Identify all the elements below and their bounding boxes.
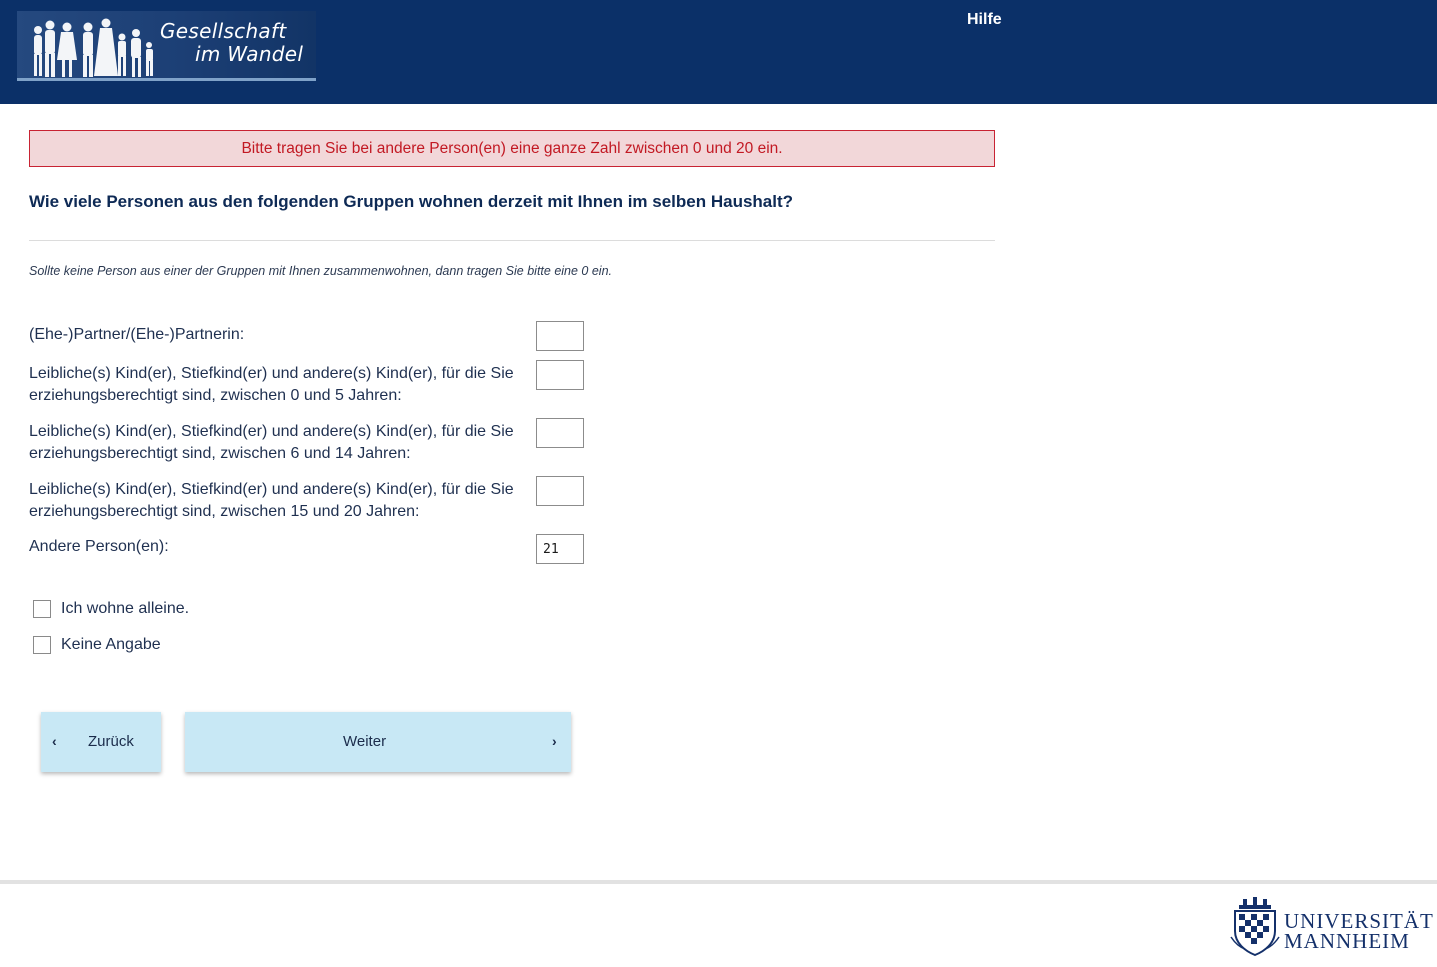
live-alone-label: Ich wohne alleine.: [61, 600, 190, 617]
other-persons-count-input[interactable]: [536, 534, 584, 564]
children-15-20-count-input[interactable]: [536, 476, 584, 506]
children-6-14-count-input[interactable]: [536, 418, 584, 448]
partner-count-input[interactable]: [536, 321, 584, 351]
question-title: Wie viele Personen aus den folgenden Gru…: [29, 192, 794, 211]
instruction-text: Sollte keine Person aus einer der Gruppe…: [29, 264, 613, 278]
row-label-children-6-14: Leibliche(s) Kind(er), Stiefkind(er) und…: [29, 423, 514, 462]
next-button[interactable]: Weiter ›: [185, 712, 571, 772]
university-name: UNIVERSITÄT MANNHEIM: [1284, 909, 1434, 953]
row-label-children-15-20: Leibliche(s) Kind(er), Stiefkind(er) und…: [29, 481, 514, 520]
footer-divider: [0, 880, 1437, 884]
header-bar: Gesellschaft im Wandel Hilfe: [0, 0, 1437, 104]
no-answer-label: Keine Angabe: [61, 636, 161, 653]
logo-line-1: Gesellschaft: [160, 19, 287, 43]
no-answer-checkbox[interactable]: [33, 636, 51, 654]
logo-text: Gesellschaft im Wandel: [160, 20, 310, 66]
university-crest-icon: [1230, 897, 1280, 957]
gesellschaft-im-wandel-logo[interactable]: Gesellschaft im Wandel: [17, 11, 316, 81]
help-link[interactable]: Hilfe: [967, 11, 1002, 29]
logo-line-2: im Wandel: [195, 42, 304, 66]
children-0-5-count-input[interactable]: [536, 360, 584, 390]
row-label-other-persons: Andere Person(en):: [29, 538, 169, 555]
university-mannheim-logo[interactable]: UNIVERSITÄT MANNHEIM: [1229, 897, 1434, 957]
row-label-children-0-5: Leibliche(s) Kind(er), Stiefkind(er) und…: [29, 365, 514, 404]
live-alone-checkbox-row[interactable]: Ich wohne alleine.: [33, 599, 189, 619]
row-label-partner: (Ehe-)Partner/(Ehe-)Partnerin:: [29, 326, 245, 343]
back-button[interactable]: ‹ Zurück: [41, 712, 161, 772]
no-answer-checkbox-row[interactable]: Keine Angabe: [33, 635, 161, 655]
live-alone-checkbox[interactable]: [33, 600, 51, 618]
chevron-left-icon: ‹: [52, 733, 57, 749]
university-name-line-2: MANNHEIM: [1284, 929, 1410, 953]
divider: [29, 240, 995, 241]
next-button-label: Weiter: [343, 733, 387, 750]
chevron-right-icon: ›: [552, 733, 557, 749]
back-button-label: Zurück: [88, 733, 134, 750]
university-name-line-1: UNIVERSITÄT: [1284, 909, 1434, 933]
error-alert: Bitte tragen Sie bei andere Person(en) e…: [29, 130, 995, 167]
logo-groundline: [17, 78, 316, 81]
